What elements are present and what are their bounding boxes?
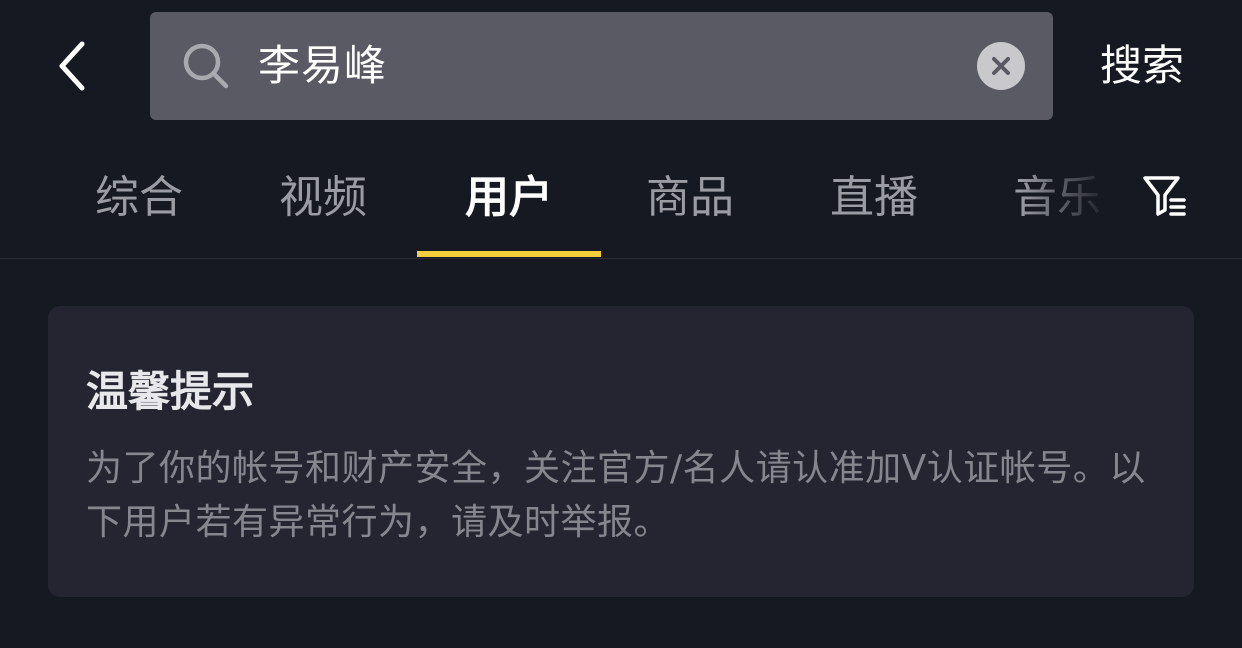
tab-products[interactable]: 商品	[598, 140, 782, 256]
tab-comprehensive[interactable]: 综合	[47, 140, 231, 256]
search-icon	[183, 43, 229, 89]
category-tabs: 综合 视频 用户 商品 直播 音乐	[0, 140, 1242, 259]
tab-videos[interactable]: 视频	[231, 140, 415, 256]
back-button[interactable]	[44, 30, 104, 102]
chevron-left-icon	[59, 41, 85, 91]
tab-music[interactable]: 音乐	[965, 140, 1149, 256]
search-submit-button[interactable]: 搜索	[1100, 30, 1184, 102]
search-box[interactable]: 李易峰	[150, 12, 1053, 120]
active-tab-indicator	[417, 251, 601, 257]
tip-title: 温馨提示	[86, 367, 255, 416]
warm-tip-card: 温馨提示 为了你的帐号和财产安全，关注官方/名人请认准加V认证帐号。以下用户若有…	[48, 306, 1194, 597]
filter-button[interactable]	[1140, 170, 1200, 226]
tip-body: 为了你的帐号和财产安全，关注官方/名人请认准加V认证帐号。以下用户若有异常行为，…	[86, 448, 1146, 543]
tab-users[interactable]: 用户	[417, 140, 601, 256]
clear-search-button[interactable]	[977, 42, 1025, 90]
search-results-screen: 李易峰 搜索 综合 视频 用户 商品 直播 音乐 温馨提示 为了你的帐号和财产安…	[0, 0, 1242, 648]
tab-live[interactable]: 直播	[782, 140, 966, 256]
close-icon	[992, 57, 1010, 75]
filter-icon	[1143, 176, 1186, 216]
search-input[interactable]: 李易峰	[258, 12, 387, 120]
